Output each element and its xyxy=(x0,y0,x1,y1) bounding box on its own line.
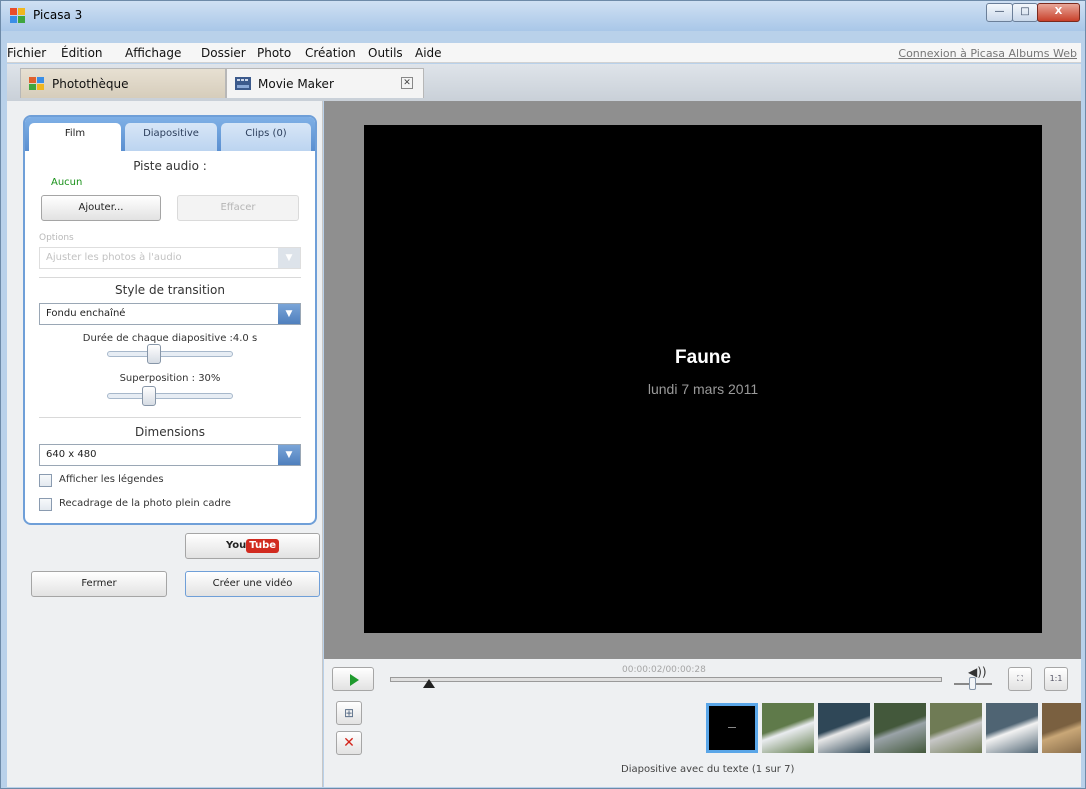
play-icon xyxy=(350,674,359,686)
audio-options-select[interactable]: Ajuster les photos à l'audio ▼ xyxy=(39,247,301,269)
playhead-marker[interactable] xyxy=(422,679,435,688)
tab-library[interactable]: Photothèque xyxy=(20,68,226,98)
picasa-window: Picasa 3 — □ X Fichier Édition Affichage… xyxy=(0,0,1086,789)
dimensions-select[interactable]: 640 x 480 ▼ xyxy=(39,444,301,466)
menu-photo[interactable]: Photo xyxy=(257,46,291,60)
menu-file[interactable]: Fichier xyxy=(7,46,46,60)
menu-help[interactable]: Aide xyxy=(415,46,442,60)
dimensions-value: 640 x 480 xyxy=(46,449,97,460)
transition-heading: Style de transition xyxy=(115,283,225,297)
show-captions-checkbox[interactable] xyxy=(39,474,52,487)
youtube-logo-you: You xyxy=(225,540,247,551)
close-movie-maker-button[interactable]: Fermer xyxy=(31,571,167,597)
slide-filmstrip xyxy=(704,701,1081,755)
slide-title: Faune xyxy=(675,347,731,368)
minimize-button[interactable]: — xyxy=(986,3,1013,22)
timeline-scrubber[interactable] xyxy=(390,677,942,682)
settings-box: Film Diapositive Clips (0) Piste audio :… xyxy=(23,115,317,525)
tab-film[interactable]: Film xyxy=(29,123,121,151)
slide-date: lundi 7 mars 2011 xyxy=(647,381,759,397)
chevron-down-icon: ▼ xyxy=(278,445,300,465)
menu-folder[interactable]: Dossier xyxy=(201,46,246,60)
slide-duration-label: Durée de chaque diapositive :4.0 s xyxy=(82,333,258,344)
audio-track-value: Aucun xyxy=(51,177,83,188)
slider-thumb[interactable] xyxy=(141,386,156,406)
tab-clips[interactable]: Clips (0) xyxy=(221,123,311,151)
add-text-slide-button[interactable]: ⊞ xyxy=(336,701,362,725)
menu-edit[interactable]: Édition xyxy=(61,46,103,60)
audio-track-heading: Piste audio : xyxy=(133,159,207,173)
overlap-label: Superposition : 30% xyxy=(119,373,221,384)
divider xyxy=(39,277,301,278)
menu-view[interactable]: Affichage xyxy=(125,46,181,60)
filmstrip-thumbnail[interactable] xyxy=(874,703,926,753)
settings-tabs: Film Diapositive Clips (0) xyxy=(25,117,315,151)
web-albums-link[interactable]: Connexion à Picasa Albums Web xyxy=(898,47,1077,60)
maximize-button[interactable]: □ xyxy=(1012,3,1038,22)
menu-create[interactable]: Création xyxy=(305,46,356,60)
filmstrip-thumbnail[interactable] xyxy=(1042,703,1081,753)
film-strip-icon xyxy=(235,77,251,90)
movie-settings-panel: Film Diapositive Clips (0) Piste audio :… xyxy=(7,101,323,787)
filmstrip-thumbnail[interactable] xyxy=(930,703,982,753)
dimensions-heading: Dimensions xyxy=(134,425,206,439)
timecode: 00:00:02/00:00:28 xyxy=(622,665,706,675)
preview-area: Faune lundi 7 mars 2011 xyxy=(324,101,1081,659)
youtube-upload-button[interactable]: You Tube xyxy=(185,533,320,559)
transition-select[interactable]: Fondu enchaîné ▼ xyxy=(39,303,301,325)
divider xyxy=(39,417,301,418)
slide-duration-slider[interactable] xyxy=(107,344,233,364)
tab-library-label: Photothèque xyxy=(52,77,129,91)
close-window-button[interactable]: X xyxy=(1037,3,1080,22)
volume-slider-thumb[interactable] xyxy=(969,677,976,690)
audio-options-value: Ajuster les photos à l'audio xyxy=(46,252,182,263)
add-audio-button[interactable]: Ajouter... xyxy=(41,195,161,221)
menu-bar: Fichier Édition Affichage Dossier Photo … xyxy=(7,43,1081,63)
filmstrip-thumbnail[interactable] xyxy=(986,703,1038,753)
slide-status-text: Diapositive avec du texte (1 sur 7) xyxy=(621,764,795,775)
play-button[interactable] xyxy=(332,667,374,691)
filmstrip-thumbnail[interactable] xyxy=(818,703,870,753)
menu-tools[interactable]: Outils xyxy=(368,46,403,60)
window-title: Picasa 3 xyxy=(33,8,83,22)
chevron-down-icon: ▼ xyxy=(278,248,300,268)
actual-size-button[interactable]: 1:1 xyxy=(1044,667,1068,691)
transition-value: Fondu enchaîné xyxy=(46,308,126,319)
playback-controls: 00:00:02/00:00:28 ◀)) ⛶ 1:1 ⊞ ✕ Diaposit… xyxy=(324,659,1081,787)
create-video-button[interactable]: Créer une vidéo xyxy=(185,571,320,597)
youtube-logo-tube: Tube xyxy=(246,539,280,553)
full-frame-crop-checkbox[interactable] xyxy=(39,498,52,511)
filmstrip-thumbnail[interactable] xyxy=(762,703,814,753)
filmstrip-thumbnail[interactable] xyxy=(706,703,758,753)
library-grid-icon xyxy=(29,77,44,90)
full-frame-crop-label: Recadrage de la photo plein cadre xyxy=(59,498,231,509)
slide-preview: Faune lundi 7 mars 2011 xyxy=(364,125,1042,633)
tab-movie-maker[interactable]: Movie Maker ✕ xyxy=(226,68,424,98)
show-captions-label: Afficher les légendes xyxy=(59,474,164,485)
title-bar: Picasa 3 — □ X xyxy=(1,1,1085,31)
tab-slide[interactable]: Diapositive xyxy=(125,123,217,151)
view-tabs-bar: Photothèque Movie Maker ✕ xyxy=(7,64,1081,101)
chevron-down-icon: ▼ xyxy=(278,304,300,324)
picasa-logo-icon xyxy=(10,8,25,23)
text-slide-mark xyxy=(728,727,736,728)
slider-thumb[interactable] xyxy=(147,344,162,364)
options-label: Options xyxy=(39,233,74,243)
full-screen-button[interactable]: ⛶ xyxy=(1008,667,1032,691)
clear-audio-button[interactable]: Effacer xyxy=(177,195,299,221)
delete-slide-button[interactable]: ✕ xyxy=(336,731,362,755)
overlap-slider[interactable] xyxy=(107,386,233,406)
close-tab-icon[interactable]: ✕ xyxy=(401,77,413,89)
tab-movie-maker-label: Movie Maker xyxy=(258,77,334,91)
